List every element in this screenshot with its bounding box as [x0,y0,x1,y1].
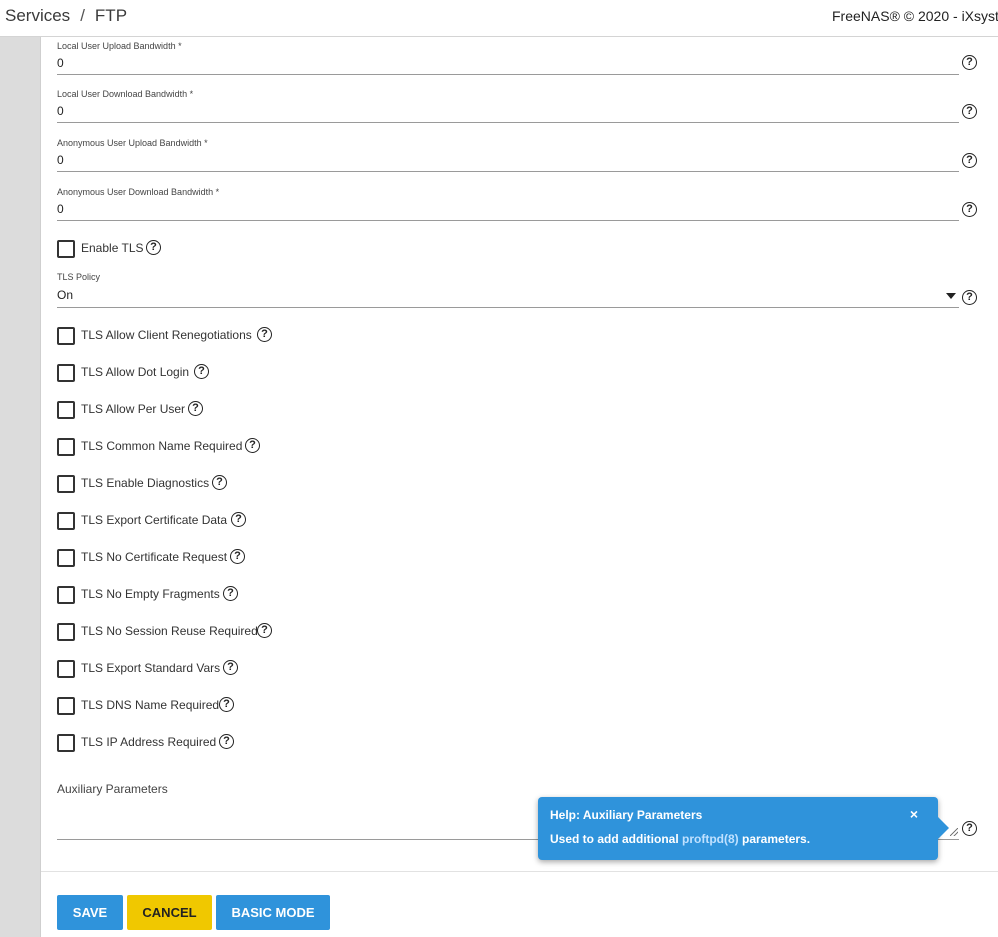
checkbox-label: TLS DNS Name Required [81,698,220,712]
help-icon[interactable]: ? [219,734,234,749]
checkbox-label: TLS Common Name Required [81,439,243,453]
checkbox[interactable] [57,623,75,641]
checkbox[interactable] [57,438,75,456]
checkbox[interactable] [57,475,75,493]
checkbox[interactable] [57,660,75,678]
field-value[interactable]: 0 [57,56,64,70]
top-bar: Services / FTP FreeNAS® © 2020 - iXsystems… [0,0,998,37]
field-value[interactable]: 0 [57,153,64,167]
enable-tls-label: Enable TLS [81,241,144,255]
checkbox-label: TLS No Certificate Request [81,550,228,564]
help-icon[interactable]: ? [962,290,977,305]
tls-policy-select[interactable]: TLS Policy On [57,272,959,308]
selected-value[interactable]: On [57,288,73,302]
checkbox-label: TLS Export Standard Vars [81,661,221,675]
checkbox-label: TLS Allow Dot Login [81,365,190,379]
checkbox-label: TLS No Session Reuse Required [81,624,258,638]
basic-mode-button[interactable]: BASIC MODE [216,895,330,930]
local-upload-bandwidth-field[interactable]: Local User Upload Bandwidth * 0 [57,41,959,75]
help-icon[interactable]: ? [146,240,161,255]
proftpd-link[interactable]: proftpd(8) [682,832,739,846]
auxiliary-parameters-label: Auxiliary Parameters [57,782,168,796]
checkbox-label: TLS No Empty Fragments [81,587,220,601]
help-icon[interactable]: ? [962,55,977,70]
breadcrumb: Services / FTP [5,6,127,26]
checkbox-label: TLS Enable Diagnostics [81,476,210,490]
help-icon[interactable]: ? [230,549,245,564]
field-value[interactable]: 0 [57,104,64,118]
field-label: Local User Download Bandwidth * [57,89,194,99]
checkbox[interactable] [57,586,75,604]
copyright-brand: FreeNAS® © 2020 - iXsystems, Inc. [832,8,998,24]
anonymous-download-bandwidth-field[interactable]: Anonymous User Download Bandwidth * 0 [57,187,959,221]
form-divider [41,871,998,872]
help-icon[interactable]: ? [212,475,227,490]
checkbox[interactable] [57,364,75,382]
help-icon[interactable]: ? [194,364,209,379]
help-icon[interactable]: ? [231,512,246,527]
field-label: Anonymous User Download Bandwidth * [57,187,220,197]
field-label: TLS Policy [57,272,101,282]
help-icon[interactable]: ? [962,104,977,119]
breadcrumb-ftp: FTP [94,6,128,25]
caret-down-icon[interactable] [946,293,956,299]
tooltip-text-before: Used to add additional [550,832,683,846]
cancel-button[interactable]: CANCEL [127,895,212,930]
checkbox[interactable] [57,401,75,419]
checkbox[interactable] [57,327,75,345]
breadcrumb-services[interactable]: Services [5,6,70,25]
field-value[interactable]: 0 [57,202,64,216]
help-icon[interactable]: ? [962,821,977,836]
help-icon[interactable]: ? [962,202,977,217]
checkbox-label: TLS Export Certificate Data [81,513,228,527]
breadcrumb-separator: / [80,6,85,25]
checkbox[interactable] [57,549,75,567]
field-label: Anonymous User Upload Bandwidth * [57,138,208,148]
help-icon[interactable]: ? [257,327,272,342]
left-sidebar-strip [0,37,41,937]
checkbox-label: TLS Allow Per User [81,402,186,416]
help-icon[interactable]: ? [223,660,238,675]
tooltip-body: Used to add additional proftpd(8) parame… [550,832,810,846]
field-label: Local User Upload Bandwidth * [57,41,182,51]
local-download-bandwidth-field[interactable]: Local User Download Bandwidth * 0 [57,89,959,123]
help-icon[interactable]: ? [219,697,234,712]
field-underline [57,74,959,75]
help-tooltip: Help: Auxiliary Parameters × Used to add… [538,797,949,860]
field-underline [57,171,959,172]
field-underline [57,220,959,221]
checkbox[interactable] [57,734,75,752]
enable-tls-checkbox[interactable] [57,240,75,258]
field-underline [57,307,959,308]
save-button[interactable]: SAVE [57,895,123,930]
tooltip-title: Help: Auxiliary Parameters [550,808,703,822]
field-underline [57,122,959,123]
help-icon[interactable]: ? [257,623,272,638]
help-icon[interactable]: ? [962,153,977,168]
tooltip-pointer [938,817,949,839]
help-icon[interactable]: ? [245,438,260,453]
checkbox[interactable] [57,697,75,715]
checkbox-label: TLS IP Address Required [81,735,217,749]
help-icon[interactable]: ? [188,401,203,416]
close-icon[interactable]: × [910,806,918,822]
checkbox-label: TLS Allow Client Renegotiations [81,328,252,342]
anonymous-upload-bandwidth-field[interactable]: Anonymous User Upload Bandwidth * 0 [57,138,959,172]
help-icon[interactable]: ? [223,586,238,601]
checkbox[interactable] [57,512,75,530]
tooltip-text-after: parameters. [738,832,811,846]
resize-handle-icon[interactable] [950,828,958,836]
